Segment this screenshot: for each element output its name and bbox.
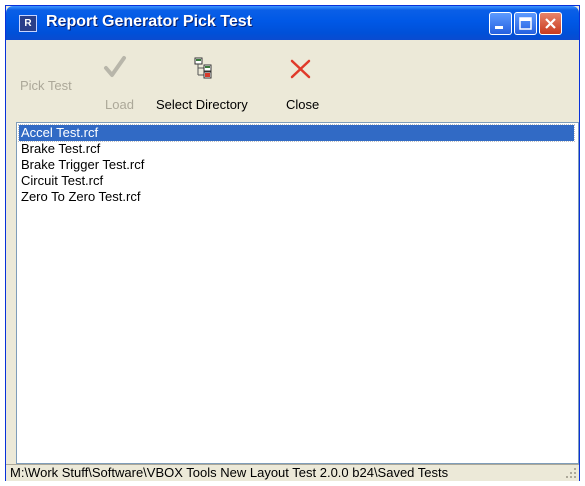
status-path: M:\Work Stuff\Software\VBOX Tools New La… (10, 465, 449, 480)
toolbar: Pick Test Load Select Directory Close (6, 40, 579, 122)
test-file-list[interactable]: Accel Test.rcf Brake Test.rcf Brake Trig… (16, 122, 579, 464)
list-item[interactable]: Circuit Test.rcf (19, 173, 103, 189)
pick-test-label: Pick Test (20, 78, 72, 93)
window-title: Report Generator Pick Test (46, 13, 252, 30)
load-button-label: Load (105, 97, 134, 112)
maximize-icon (519, 17, 532, 30)
list-item[interactable]: Accel Test.rcf (18, 124, 575, 142)
select-directory-label: Select Directory (156, 97, 248, 112)
app-icon[interactable]: R (19, 15, 37, 32)
minimize-button[interactable] (489, 12, 512, 35)
close-x-icon (290, 59, 311, 79)
status-bar: M:\Work Stuff\Software\VBOX Tools New La… (6, 464, 579, 481)
close-icon (545, 18, 556, 29)
minimize-icon (495, 26, 503, 29)
list-item[interactable]: Brake Trigger Test.rcf (19, 157, 144, 173)
directory-tree-icon (194, 57, 212, 79)
close-window-button[interactable] (539, 12, 562, 35)
report-generator-window: R Report Generator Pick Test Pick Test L… (5, 5, 580, 481)
list-item[interactable]: Brake Test.rcf (19, 141, 100, 157)
title-bar[interactable]: R Report Generator Pick Test (6, 6, 579, 40)
checkmark-icon (104, 56, 126, 77)
resize-grip-icon[interactable] (565, 467, 577, 479)
close-button-label: Close (286, 97, 320, 112)
list-item[interactable]: Zero To Zero Test.rcf (19, 189, 140, 205)
maximize-button[interactable] (514, 12, 537, 35)
